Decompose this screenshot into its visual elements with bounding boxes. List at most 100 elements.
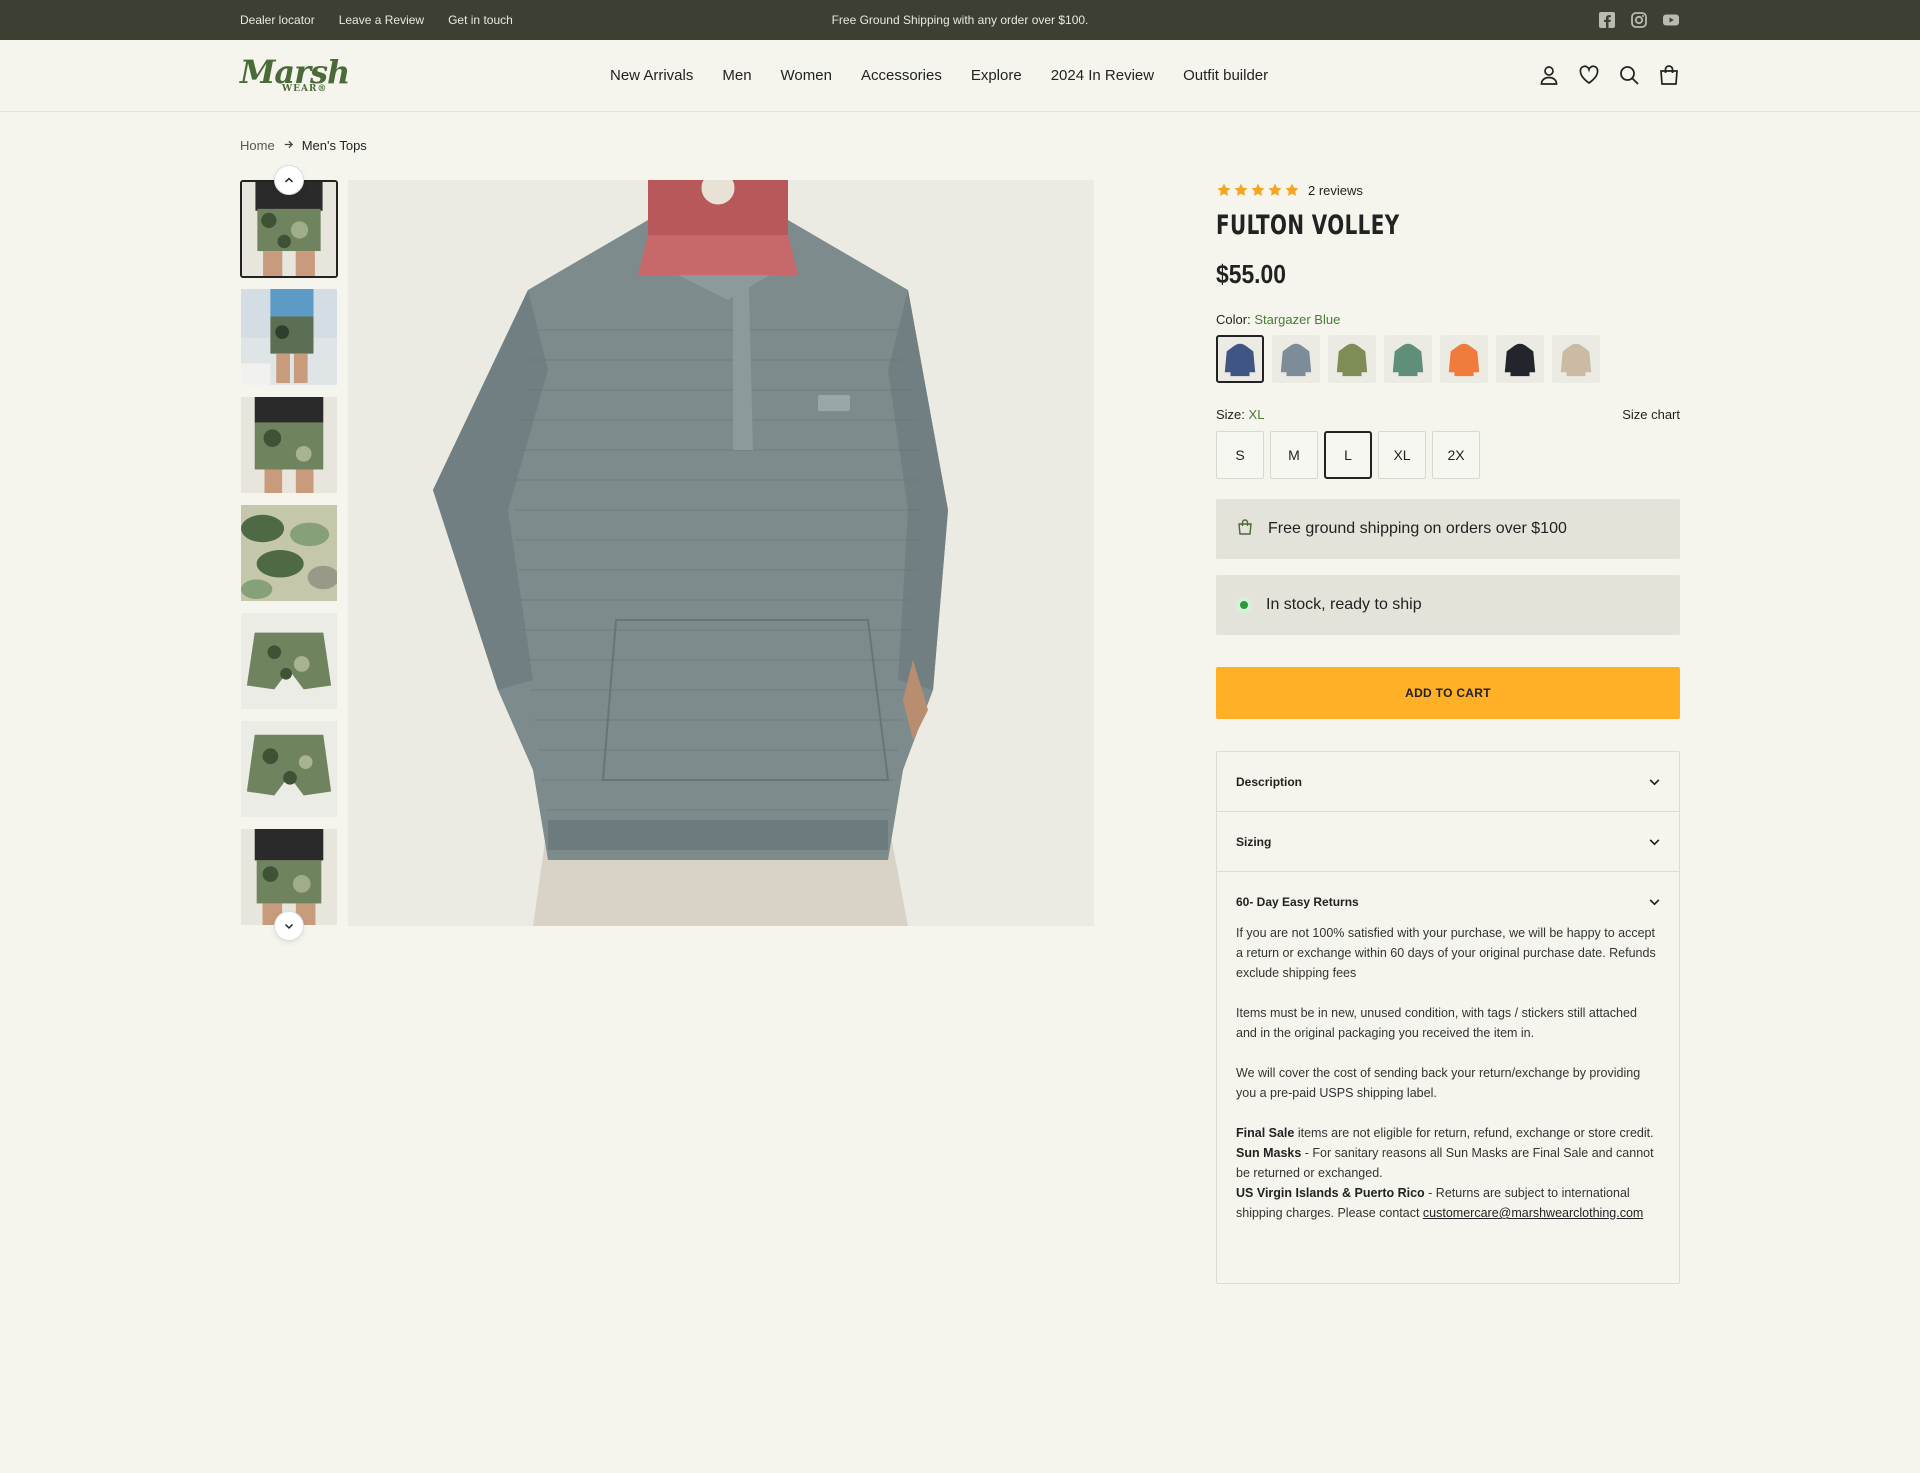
- nav-accessories[interactable]: Accessories: [861, 67, 942, 84]
- size-option-2x[interactable]: 2X: [1432, 431, 1480, 479]
- nav-women[interactable]: Women: [781, 67, 832, 84]
- nav-2024-in-review[interactable]: 2024 In Review: [1051, 67, 1154, 84]
- get-in-touch-link[interactable]: Get in touch: [448, 13, 513, 27]
- selected-color: Stargazer Blue: [1254, 312, 1341, 327]
- main-product-image[interactable]: [348, 180, 1094, 926]
- accordion-description-header[interactable]: Description: [1217, 752, 1679, 811]
- final-sale-text: items are not eligible for return, refun…: [1294, 1126, 1654, 1140]
- thumbnail-4[interactable]: [240, 504, 338, 602]
- social-links: [1598, 11, 1680, 29]
- chevron-down-icon: [1649, 779, 1660, 786]
- color-swatches: [1216, 335, 1680, 383]
- nav-new-arrivals[interactable]: New Arrivals: [610, 67, 693, 84]
- dealer-locator-link[interactable]: Dealer locator: [240, 13, 315, 27]
- leave-review-link[interactable]: Leave a Review: [339, 13, 424, 27]
- thumbnail-2[interactable]: [240, 288, 338, 386]
- thumbnail-3[interactable]: [240, 396, 338, 494]
- search-icon[interactable]: [1618, 64, 1640, 86]
- color-swatch-2[interactable]: [1272, 335, 1320, 383]
- size-option-l[interactable]: L: [1324, 431, 1372, 479]
- color-swatch-5[interactable]: [1440, 335, 1488, 383]
- size-label: Size: XL: [1216, 407, 1264, 422]
- color-swatch-7[interactable]: [1552, 335, 1600, 383]
- size-row: Size: XL Size chart: [1216, 407, 1680, 422]
- logo-subtext: WEAR®: [282, 84, 328, 94]
- product-info: 2 reviews FULTON VOLLEY $55.00 Color: St…: [1216, 180, 1680, 1284]
- announcement-bar: Dealer locator Leave a Review Get in tou…: [0, 0, 1920, 40]
- usvi-note: US Virgin Islands & Puerto Rico - Return…: [1236, 1183, 1659, 1223]
- youtube-icon[interactable]: [1662, 11, 1680, 29]
- returns-paragraph: Items must be in new, unused condition, …: [1236, 1006, 1637, 1040]
- size-options: S M L XL 2X: [1216, 431, 1680, 479]
- sun-masks-label: Sun Masks: [1236, 1146, 1302, 1160]
- size-label-text: Size:: [1216, 407, 1245, 422]
- in-stock-indicator-icon: [1236, 597, 1252, 613]
- brand-logo[interactable]: Marsh WEAR®: [240, 56, 350, 96]
- size-chart-link[interactable]: Size chart: [1622, 407, 1680, 422]
- accordion-sizing-header[interactable]: Sizing: [1217, 812, 1679, 871]
- stock-notice: In stock, ready to ship: [1216, 575, 1680, 635]
- final-sale-note: Final Sale items are not eligible for re…: [1236, 1123, 1659, 1143]
- star-icon: [1217, 183, 1231, 196]
- main-nav: New Arrivals Men Women Accessories Explo…: [610, 67, 1268, 84]
- accordion-description-title: Description: [1236, 774, 1303, 789]
- instagram-icon[interactable]: [1630, 11, 1648, 29]
- accordion-returns: 60- Day Easy Returns If you are not 100%…: [1217, 872, 1679, 1283]
- chevron-down-icon: [1649, 839, 1660, 846]
- thumbnail-5[interactable]: [240, 612, 338, 710]
- customer-care-email-link[interactable]: customercare@marshwearclothing.com: [1423, 1206, 1643, 1220]
- accordion-sizing-title: Sizing: [1236, 834, 1272, 849]
- star-rating: [1216, 182, 1300, 198]
- wishlist-heart-icon[interactable]: [1578, 64, 1600, 86]
- star-icon: [1234, 183, 1248, 196]
- arrow-right-icon: [283, 138, 294, 153]
- account-icon[interactable]: [1538, 64, 1560, 86]
- hoodie-icon: [1504, 343, 1536, 377]
- shopping-bag-icon: [1236, 518, 1254, 541]
- nav-men[interactable]: Men: [722, 67, 751, 84]
- returns-paragraph: We will cover the cost of sending back y…: [1236, 1066, 1641, 1100]
- color-swatch-6[interactable]: [1496, 335, 1544, 383]
- returns-paragraph: If you are not 100% satisfied with your …: [1236, 926, 1656, 980]
- color-swatch-3[interactable]: [1328, 335, 1376, 383]
- hoodie-icon: [1224, 343, 1256, 377]
- breadcrumb-home[interactable]: Home: [240, 138, 275, 153]
- header-icons: [1538, 64, 1680, 86]
- accordion-returns-title: 60- Day Easy Returns: [1236, 894, 1359, 909]
- thumbnail-6[interactable]: [240, 720, 338, 818]
- reviews-count-link[interactable]: 2 reviews: [1308, 183, 1363, 198]
- hoodie-icon: [1448, 343, 1480, 377]
- accordion-description: Description: [1217, 752, 1679, 812]
- cart-bag-icon[interactable]: [1658, 64, 1680, 86]
- final-sale-label: Final Sale: [1236, 1126, 1295, 1140]
- chevron-down-icon: [1649, 899, 1660, 906]
- selected-size: XL: [1248, 407, 1265, 422]
- shipping-notice-text: Free ground shipping on orders over $100: [1268, 520, 1567, 537]
- nav-explore[interactable]: Explore: [971, 67, 1022, 84]
- accordion-sizing: Sizing: [1217, 812, 1679, 872]
- hoodie-icon: [1392, 343, 1424, 377]
- size-option-xl[interactable]: XL: [1378, 431, 1426, 479]
- thumbnail-scroll-down-button[interactable]: [274, 911, 304, 941]
- site-header: Marsh WEAR® New Arrivals Men Women Acces…: [0, 40, 1920, 112]
- star-icon: [1268, 183, 1282, 196]
- color-label: Color: Stargazer Blue: [1216, 312, 1680, 327]
- product-price: $55.00: [1216, 259, 1286, 289]
- thumbnail-scroll-up-button[interactable]: [274, 165, 304, 195]
- color-swatch-stargazer-blue[interactable]: [1216, 335, 1264, 383]
- chevron-down-icon: [284, 923, 294, 930]
- sun-masks-note: Sun Masks - For sanitary reasons all Sun…: [1236, 1143, 1659, 1183]
- star-icon: [1251, 183, 1265, 196]
- facebook-icon[interactable]: [1598, 11, 1616, 29]
- size-option-m[interactable]: M: [1270, 431, 1318, 479]
- returns-policy-body: If you are not 100% satisfied with your …: [1217, 923, 1679, 1283]
- hoodie-icon: [1560, 343, 1592, 377]
- breadcrumb: Home Men's Tops: [240, 138, 367, 153]
- rating-row: 2 reviews: [1216, 180, 1680, 200]
- breadcrumb-current: Men's Tops: [301, 138, 367, 153]
- nav-outfit-builder[interactable]: Outfit builder: [1183, 67, 1268, 84]
- add-to-cart-button[interactable]: ADD TO CART: [1216, 667, 1680, 719]
- color-swatch-4[interactable]: [1384, 335, 1432, 383]
- size-option-s[interactable]: S: [1216, 431, 1264, 479]
- hoodie-icon: [1280, 343, 1312, 377]
